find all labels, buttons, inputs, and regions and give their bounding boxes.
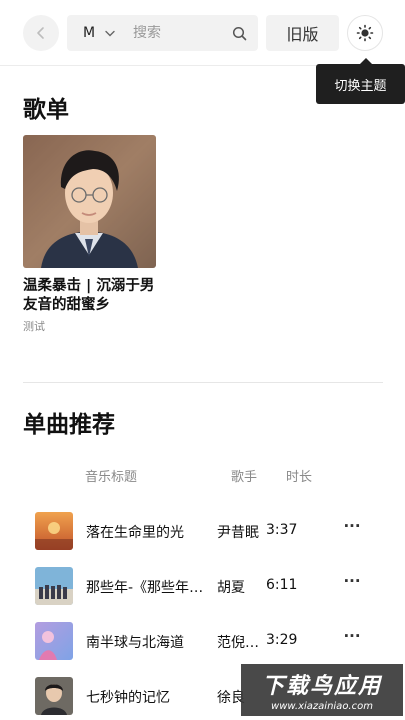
- playlist-card[interactable]: 温柔暴击 | 沉溺于男友音的甜蜜乡 测试: [23, 135, 156, 334]
- song-title[interactable]: 七秒钟的记忆: [86, 687, 214, 707]
- playlists-section-title: 歌单: [23, 97, 69, 123]
- song-row[interactable]: 南半球与北海道 范倪Liu 3:29 ···: [0, 622, 405, 660]
- ellipsis-icon[interactable]: ···: [342, 573, 362, 593]
- chevron-left-icon: [37, 27, 44, 39]
- song-artist[interactable]: 尹昔眠: [217, 522, 265, 542]
- column-header-title: 音乐标题: [85, 470, 138, 485]
- watermark-url-text: www.xiazainiao.com: [271, 701, 373, 712]
- song-artist[interactable]: 范倪Liu: [217, 632, 265, 652]
- search-type-value: M: [83, 25, 96, 41]
- ellipsis-icon[interactable]: ···: [342, 628, 362, 648]
- watermark-logo: 下载鸟应用 www.xiazainiao.com: [241, 664, 403, 716]
- song-artist[interactable]: 胡夏: [217, 577, 265, 597]
- search-box: M: [67, 15, 258, 51]
- theme-toggle-button[interactable]: [347, 15, 383, 51]
- sun-icon: [356, 24, 374, 42]
- song-row[interactable]: 落在生命里的光 尹昔眠 3:37 ···: [0, 512, 405, 550]
- top-bar: M 旧版: [0, 0, 405, 66]
- song-duration: 3:29: [266, 632, 298, 648]
- playlist-name[interactable]: 温柔暴击 | 沉溺于男友音的甜蜜乡: [23, 277, 156, 315]
- ellipsis-icon[interactable]: ···: [342, 518, 362, 538]
- song-title[interactable]: 落在生命里的光: [86, 522, 214, 542]
- chevron-down-icon: [105, 30, 115, 36]
- column-header-duration: 时长: [286, 470, 313, 485]
- songs-section-title: 单曲推荐: [23, 412, 115, 438]
- old-version-button[interactable]: 旧版: [266, 15, 339, 51]
- playlist-cover-image[interactable]: [23, 135, 156, 268]
- search-icon[interactable]: [230, 24, 248, 42]
- song-duration: 3:37: [266, 522, 298, 538]
- song-row[interactable]: 那些年-《那些年，我们一起追的女孩》 胡夏 6:11 ···: [0, 567, 405, 605]
- watermark-main-text: 下载鸟应用: [261, 674, 382, 699]
- playlist-tag: 测试: [23, 320, 45, 333]
- search-input[interactable]: [133, 25, 230, 41]
- song-cover-image[interactable]: [35, 677, 73, 715]
- song-title[interactable]: 南半球与北海道: [86, 632, 214, 652]
- section-divider: [23, 382, 383, 383]
- song-title[interactable]: 那些年-《那些年，我们一起追的女孩》: [86, 577, 214, 597]
- back-button[interactable]: [23, 15, 59, 51]
- song-cover-image[interactable]: [35, 512, 73, 550]
- song-cover-image[interactable]: [35, 622, 73, 660]
- column-header-artist: 歌手: [231, 470, 258, 485]
- search-type-select[interactable]: M: [83, 25, 133, 41]
- song-duration: 6:11: [266, 577, 298, 593]
- song-table-header: 音乐标题 歌手 时长: [0, 466, 405, 488]
- theme-tooltip: 切换主题: [316, 58, 405, 104]
- song-cover-image[interactable]: [35, 567, 73, 605]
